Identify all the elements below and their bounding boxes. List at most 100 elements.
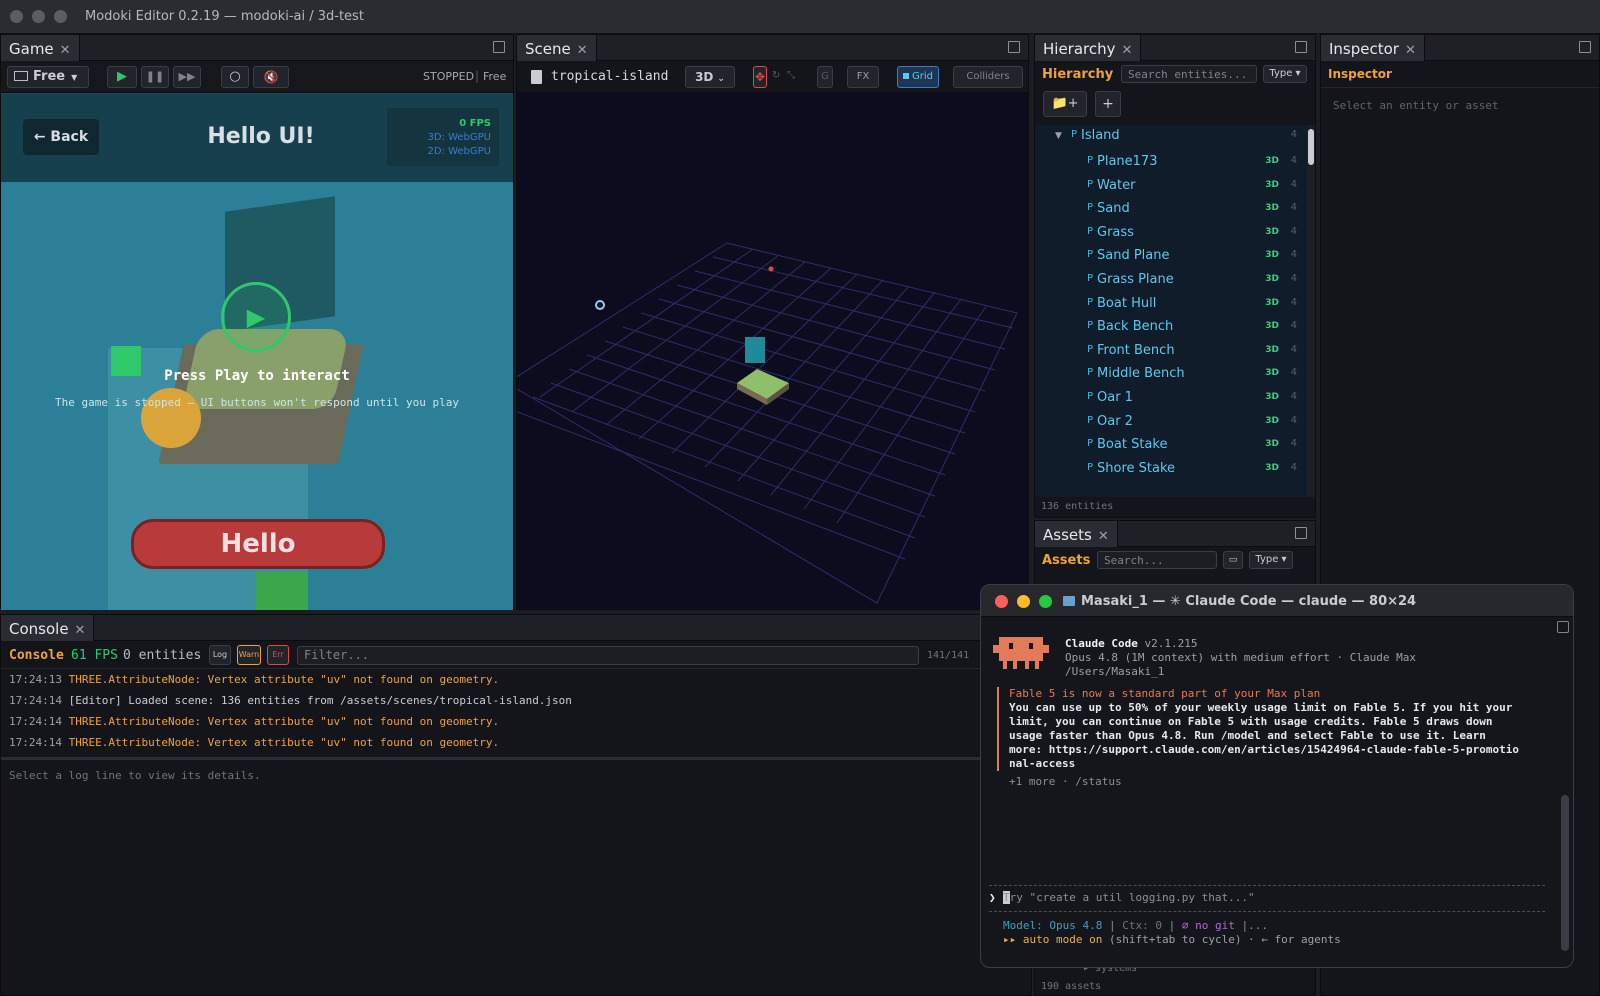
tree-item-count: 4 — [1290, 461, 1297, 473]
maximize-icon[interactable] — [1295, 41, 1307, 53]
console-header: Console — [9, 648, 64, 663]
tree-item-count: 4 — [1290, 178, 1297, 190]
tree-item[interactable]: P Plane173 3D 4 — [1035, 151, 1307, 175]
assets-type-select[interactable]: Type ▾ — [1249, 551, 1293, 569]
tree-item[interactable]: P Sand 3D 4 — [1035, 198, 1307, 222]
play-overlay-icon[interactable]: ▶ — [221, 282, 291, 352]
close-tab-icon[interactable]: ✕ — [75, 623, 86, 638]
tree-item-count: 4 — [1290, 343, 1297, 355]
tree-item[interactable]: P Sand Plane 3D 4 — [1035, 245, 1307, 269]
view-mode-select[interactable]: Free ▼ — [7, 66, 89, 88]
tree-item[interactable]: P Shore Stake 3D 4 — [1035, 458, 1307, 482]
tab-console[interactable]: Console ✕ — [1, 615, 95, 641]
terminal-scrollbar[interactable] — [1561, 795, 1569, 951]
scene-toolbar: tropical-island 3D ⌄ ✥ ↻ ⤡ G FX Grid Coll… — [517, 61, 1028, 93]
play-button[interactable]: ▶ — [107, 66, 137, 88]
pause-button[interactable]: ❚❚ — [141, 66, 169, 88]
back-button[interactable]: ← Back — [23, 119, 99, 155]
scale-tool-icon[interactable]: ⤡ — [787, 70, 795, 81]
tree-item-label: Sand Plane — [1097, 248, 1170, 264]
notice-line: limit, you can continue on Fable 5 with … — [1009, 715, 1493, 728]
close-window-icon[interactable] — [10, 10, 23, 23]
move-tool-button[interactable]: ✥ — [753, 66, 767, 88]
tree-item[interactable]: P Water 3D 4 — [1035, 175, 1307, 199]
console-filter-input[interactable]: Filter... — [297, 646, 919, 665]
rotate-tool-icon[interactable]: ↻ — [772, 70, 780, 81]
maximize-icon[interactable] — [1295, 527, 1307, 539]
log-line[interactable]: 17:24:13 THREE.AttributeNode: Vertex att… — [9, 673, 499, 686]
game-panel: Game ✕ Free ▼ ▶ ❚❚ ▶▶ ○ 🔇 STOPPED | Free ←… — [0, 34, 514, 610]
close-tab-icon[interactable]: ✕ — [60, 43, 71, 58]
step-button[interactable]: ▶▶ — [173, 66, 201, 88]
terminal-window[interactable]: Masaki_1 — ✳ Claude Code — claude — 80×2… — [980, 584, 1574, 968]
colliders-button[interactable]: Colliders — [953, 66, 1023, 88]
add-folder-button[interactable]: 📁+ — [1043, 91, 1087, 117]
tree-item[interactable]: P Oar 2 3D 4 — [1035, 411, 1307, 435]
tree-item[interactable]: P Boat Stake 3D 4 — [1035, 434, 1307, 458]
tree-item[interactable]: P Grass 3D 4 — [1035, 222, 1307, 246]
close-tab-icon[interactable]: ✕ — [577, 43, 588, 58]
log-line[interactable]: 17:24:14 [Editor] Loaded scene: 136 enti… — [9, 694, 572, 707]
scene-mode-select[interactable]: 3D ⌄ — [685, 66, 735, 88]
hierarchy-search-input[interactable]: Search entities... — [1121, 65, 1257, 83]
tab-assets[interactable]: Assets ✕ — [1035, 521, 1118, 547]
zoom-window-icon[interactable] — [54, 10, 67, 23]
terminal-zoom-icon[interactable] — [1039, 595, 1052, 608]
grid-button[interactable]: Grid — [897, 66, 939, 88]
hierarchy-type-select[interactable]: Type ▾ — [1263, 65, 1307, 83]
tab-inspector[interactable]: Inspector ✕ — [1321, 35, 1425, 61]
tab-game[interactable]: Game ✕ — [1, 35, 80, 61]
filter-err-toggle[interactable]: Err — [267, 645, 289, 665]
maximize-icon[interactable] — [1008, 41, 1020, 53]
prompt-input[interactable]: Try "create a util logging.py that..." — [1003, 891, 1255, 904]
maximize-icon[interactable] — [493, 41, 505, 53]
hierarchy-scrollbar[interactable] — [1307, 125, 1315, 497]
tree-item-count: 4 — [1290, 391, 1297, 402]
close-tab-icon[interactable]: ✕ — [1405, 43, 1416, 58]
hierarchy-panel: Hierarchy ✕ Hierarchy Search entities... … — [1034, 34, 1316, 518]
console-tabbar: Console ✕ — [1, 615, 1031, 641]
add-entity-button[interactable]: + — [1095, 91, 1121, 117]
tab-scene[interactable]: Scene ✕ — [517, 35, 597, 61]
minimize-window-icon[interactable] — [32, 10, 45, 23]
record-button[interactable]: ○ — [221, 66, 249, 88]
maximize-icon[interactable] — [1579, 41, 1591, 53]
tree-item[interactable]: P Middle Bench 3D 4 — [1035, 363, 1307, 387]
tree-item[interactable]: P Grass Plane 3D 4 — [1035, 269, 1307, 293]
terminal-close-icon[interactable] — [995, 595, 1008, 608]
close-tab-icon[interactable]: ✕ — [1122, 43, 1133, 58]
tab-hierarchy[interactable]: Hierarchy ✕ — [1035, 35, 1142, 61]
tree-root-island[interactable]: ▼ P Island 4 — [1035, 125, 1307, 149]
chevron-down-icon[interactable]: ▼ — [1055, 131, 1062, 141]
notice-title: Fable 5 is now a standard part of your M… — [1009, 687, 1321, 700]
notice-line: usage faster than Opus 4.8. Run /model a… — [1009, 729, 1486, 742]
tree-item[interactable]: P Oar 1 3D 4 — [1035, 387, 1307, 411]
snap-g-button[interactable]: G — [817, 66, 833, 88]
terminal-minimize-icon[interactable] — [1017, 595, 1030, 608]
tree-item-label: Middle Bench — [1097, 366, 1185, 382]
filter-warn-toggle[interactable]: Warn — [237, 645, 261, 665]
folder-icon[interactable]: ▭ — [1223, 551, 1243, 569]
monitor-icon — [14, 71, 28, 81]
filter-log-toggle[interactable]: Log — [209, 645, 231, 665]
mute-button[interactable]: 🔇 — [253, 66, 289, 88]
log-line[interactable]: 17:24:14 THREE.AttributeNode: Vertex att… — [9, 736, 499, 749]
tree-item-count: 4 — [1290, 273, 1297, 284]
scene-panel: Scene ✕ tropical-island 3D ⌄ ✥ ↻ ⤡ G FX Gr… — [516, 34, 1029, 610]
close-tab-icon[interactable]: ✕ — [1098, 529, 1109, 544]
tree-item-label: Water — [1097, 177, 1136, 193]
scene-viewport[interactable] — [517, 93, 1028, 609]
asset-count: 190 assets — [1041, 981, 1102, 992]
tree-item-label: Sand — [1097, 201, 1130, 217]
tree-item[interactable]: P Back Bench 3D 4 — [1035, 316, 1307, 340]
log-line[interactable]: 17:24:14 THREE.AttributeNode: Vertex att… — [9, 715, 499, 728]
assets-search-input[interactable]: Search... — [1097, 551, 1217, 569]
game-viewport[interactable]: ← Back Hello UI! 0 FPS 3D: WebGPU 2D: We… — [1, 94, 513, 610]
window-title: Modoki Editor 0.2.19 — modoki-ai / 3d-te… — [85, 9, 364, 24]
tree-item[interactable]: P Boat Hull 3D 4 — [1035, 293, 1307, 317]
fx-button[interactable]: FX — [847, 66, 879, 88]
tree-item[interactable]: P Front Bench 3D 4 — [1035, 340, 1307, 364]
hello-button[interactable]: Hello — [131, 519, 385, 569]
terminal-sidebar-icon[interactable] — [1557, 621, 1569, 633]
press-play-label: Press Play to interact — [164, 368, 350, 384]
